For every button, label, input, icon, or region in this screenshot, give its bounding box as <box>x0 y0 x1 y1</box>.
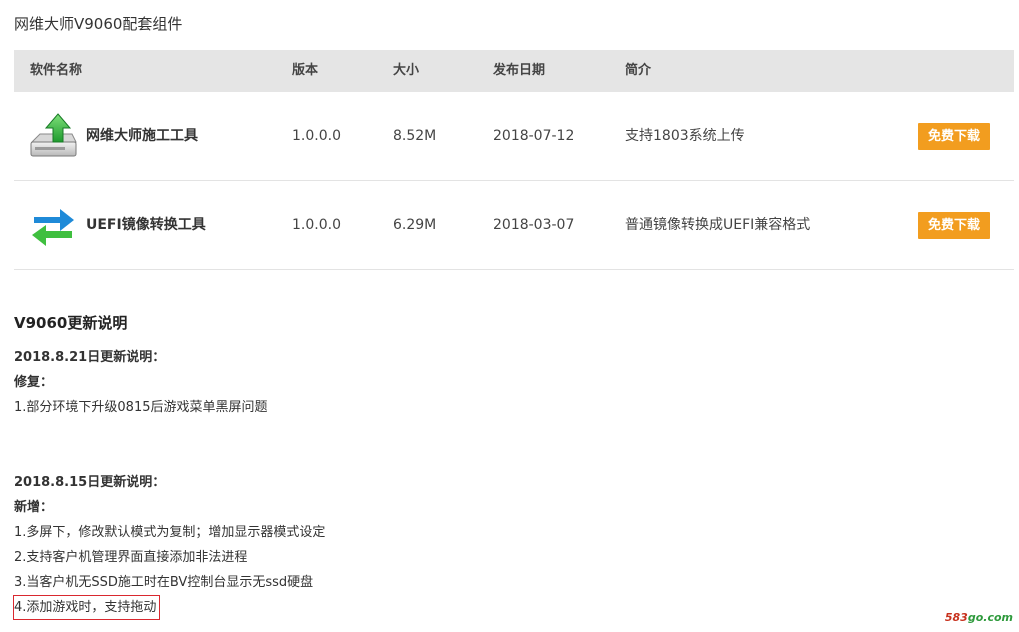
header-date: 发布日期 <box>493 63 546 78</box>
software-description: 支持1803系统上传 <box>625 128 745 144</box>
section-heading: 2018.8.21日更新说明： <box>14 350 166 365</box>
table-row: UEFI镜像转换工具 1.0.0.0 6.29M 2018-03-07 普通镜像… <box>14 181 1014 270</box>
watermark-domain: go.com <box>967 611 1013 624</box>
watermark: 583go.com <box>945 611 1013 624</box>
table-header: 软件名称 版本 大小 发布日期 简介 <box>14 50 1014 92</box>
software-name: UEFI镜像转换工具 <box>86 217 206 233</box>
software-table: 软件名称 版本 大小 发布日期 简介 网维大师施工工具 1.0.0.0 8.52… <box>14 50 1014 270</box>
header-name: 软件名称 <box>30 63 83 78</box>
software-description: 普通镜像转换成UEFI兼容格式 <box>625 217 811 233</box>
software-version: 1.0.0.0 <box>292 217 341 233</box>
update-notes: V9060更新说明 2018.8.21日更新说明： 修复： 1.部分环境下升级0… <box>13 311 1004 620</box>
software-date: 2018-07-12 <box>493 128 575 144</box>
free-download-button[interactable]: 免费下载 <box>918 123 990 150</box>
free-download-button[interactable]: 免费下载 <box>918 212 990 239</box>
software-date: 2018-03-07 <box>493 217 575 233</box>
table-row: 网维大师施工工具 1.0.0.0 8.52M 2018-07-12 支持1803… <box>14 92 1014 181</box>
software-version: 1.0.0.0 <box>292 128 341 144</box>
highlight-box: 4.添加游戏时，支持拖动 <box>13 595 161 620</box>
note-item-highlighted: 4.添加游戏时，支持拖动 <box>13 595 1004 620</box>
note-item: 1.部分环境下升级0815后游戏菜单黑屏问题 <box>14 400 268 415</box>
section-subheading: 新增： <box>14 500 54 515</box>
convert-arrows-icon <box>28 201 78 249</box>
software-size: 6.29M <box>393 217 437 233</box>
page-title: 网维大师V9060配套组件 <box>14 15 183 33</box>
software-name: 网维大师施工工具 <box>86 128 198 144</box>
software-size: 8.52M <box>393 128 437 144</box>
header-version: 版本 <box>292 63 319 78</box>
note-item: 2.支持客户机管理界面直接添加非法进程 <box>14 550 248 565</box>
header-description: 简介 <box>625 63 652 78</box>
note-item: 1.多屏下，修改默认模式为复制；增加显示器模式设定 <box>14 525 326 540</box>
section-subheading: 修复： <box>14 375 54 390</box>
section-heading: 2018.8.15日更新说明： <box>14 475 166 490</box>
watermark-number: 583 <box>944 611 968 624</box>
notes-title: V9060更新说明 <box>14 314 128 332</box>
install-upload-icon <box>28 112 78 160</box>
header-size: 大小 <box>393 63 420 78</box>
note-item: 3.当客户机无SSD施工时在BV控制台显示无ssd硬盘 <box>14 575 314 590</box>
